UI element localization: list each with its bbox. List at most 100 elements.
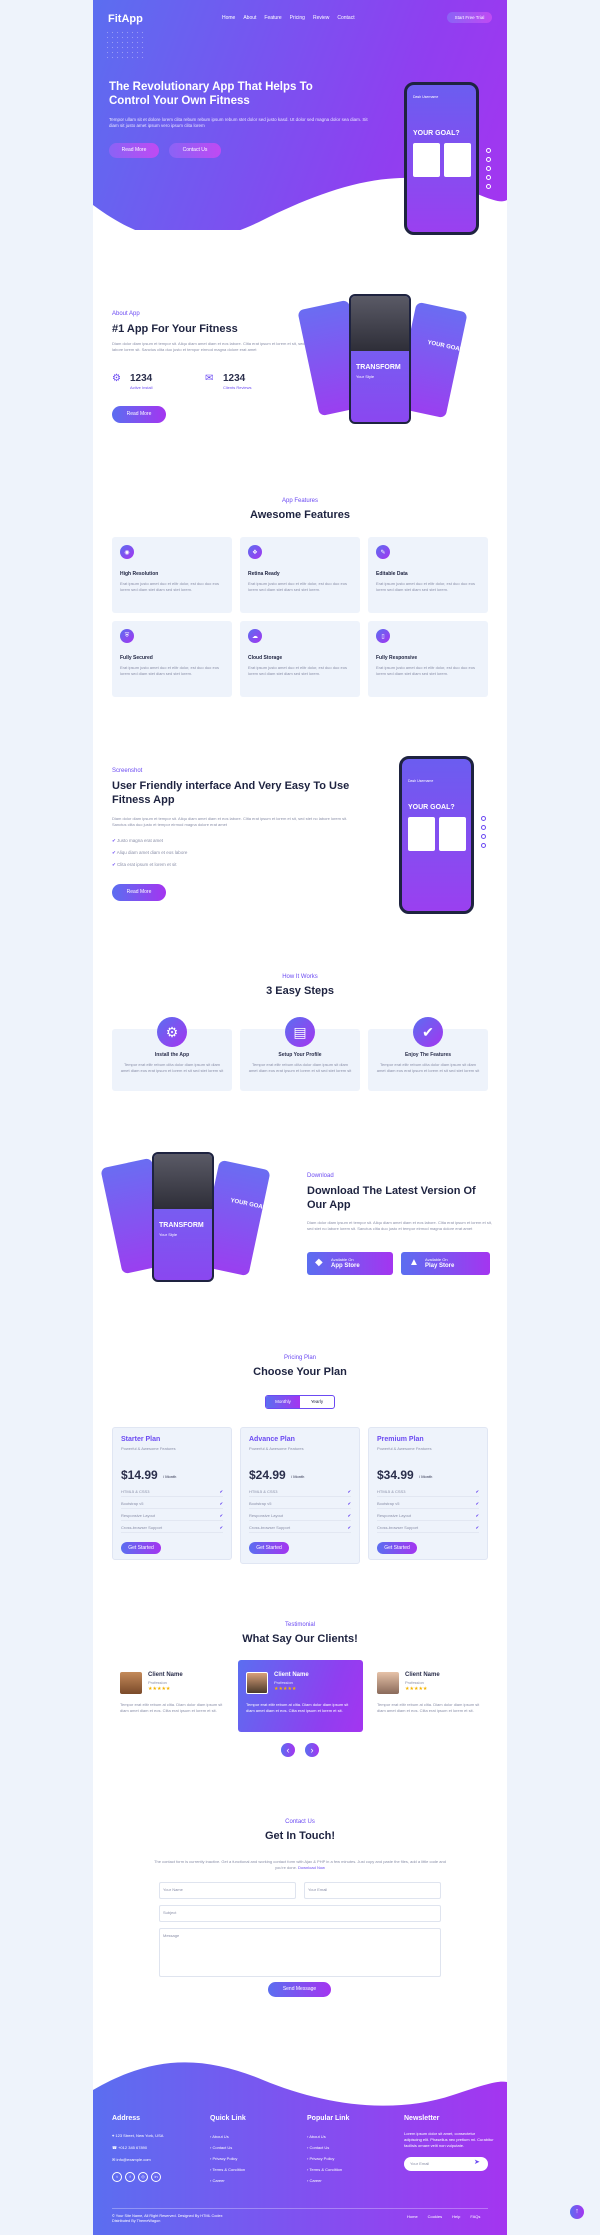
footer-link-home[interactable]: Home xyxy=(407,2214,418,2219)
right-margin xyxy=(507,0,600,2235)
stat-install-label: Active Install xyxy=(130,385,153,390)
apple-icon: ◆ xyxy=(315,1257,323,1268)
footer-link-faqs[interactable]: FAQs xyxy=(470,2214,480,2219)
steps-sub: How It Works xyxy=(282,974,318,980)
testimonial-text: Tempor erat elitr rebum at clita. Diam d… xyxy=(120,1702,223,1713)
features-sub: App Features xyxy=(281,498,319,504)
card-big-text: TRANSFORM xyxy=(159,1222,204,1229)
avatar xyxy=(120,1672,142,1694)
subject-field[interactable]: Subject xyxy=(159,1905,441,1922)
phone-tile xyxy=(439,817,466,851)
get-started-button[interactable]: Get Started xyxy=(377,1542,417,1554)
check-icon: ✔ xyxy=(475,1489,479,1494)
feature-card: ❖ Retina Ready Erat ipsum justo amet duo… xyxy=(240,537,360,613)
step-desc: Tempor erat elitr rebum clita dolor diam… xyxy=(120,1062,224,1073)
download-link[interactable]: Download Now xyxy=(298,1865,325,1870)
star-rating: ★★★★★ xyxy=(405,1686,428,1692)
hero-contact-button[interactable]: Contact Us xyxy=(169,143,221,158)
feature-card: ▯ Fully Responsive Erat ipsum justo amet… xyxy=(368,621,488,697)
send-icon[interactable]: ➤ xyxy=(474,2158,480,2166)
footer-quick-link[interactable]: › Career xyxy=(210,2178,225,2183)
plan-feature-row: Cross-browser Support ✔ xyxy=(249,1522,351,1533)
footer-quick-link[interactable]: › Contact Us xyxy=(210,2145,232,2150)
nav-link-review[interactable]: Review xyxy=(313,15,329,21)
testimonial-title: What Say Our Clients! xyxy=(242,1633,358,1645)
main-content: FitApp Home About Feature Pricing Review… xyxy=(93,0,507,2235)
message-field[interactable]: Message xyxy=(159,1928,441,1977)
prev-button[interactable]: ‹ xyxy=(281,1743,295,1757)
arrow-up-icon: ↑ xyxy=(575,2208,579,2215)
tab-monthly[interactable]: Monthly xyxy=(266,1396,300,1408)
star-rating: ★★★★★ xyxy=(148,1686,171,1692)
instagram-icon[interactable]: ◎ xyxy=(138,2172,148,2182)
facebook-icon[interactable]: f xyxy=(125,2172,135,2182)
footer-popular-link[interactable]: › Terms & Condition xyxy=(307,2167,342,2172)
app-store-button[interactable]: ◆ Available On App Store xyxy=(307,1252,393,1275)
play-store-button[interactable]: ▲ Available On Play Store xyxy=(401,1252,490,1275)
footer-link-help[interactable]: Help xyxy=(452,2214,460,2219)
plan-price: $34.99 xyxy=(377,1468,414,1482)
nav-link-feature[interactable]: Feature xyxy=(264,15,281,21)
feature-title: High Resolution xyxy=(120,571,159,577)
avatar xyxy=(246,1672,268,1694)
about-read-more-button[interactable]: Read More xyxy=(112,406,166,423)
play-store-label: Play Store xyxy=(425,1263,455,1269)
nav-link-home[interactable]: Home xyxy=(222,15,235,21)
billing-toggle: Monthly Yearly xyxy=(265,1395,335,1409)
nav-link-pricing[interactable]: Pricing xyxy=(290,15,305,21)
nav-link-about[interactable]: About xyxy=(243,15,256,21)
feature-title: Fully Secured xyxy=(120,655,153,661)
hero-read-more-button[interactable]: Read More xyxy=(109,143,159,158)
nav-link-contact[interactable]: Contact xyxy=(337,15,354,21)
app-card-center: TRANSFORM Your Style xyxy=(152,1152,214,1282)
check-icon: ✔ xyxy=(219,1513,223,1518)
footer-popular-link[interactable]: › Contact Us xyxy=(307,2145,329,2150)
android-icon: ▲ xyxy=(409,1257,419,1268)
plan-feature: Responsive Layout xyxy=(377,1513,412,1518)
feature-desc: Erat ipsum justo amet duo et elitr dolor… xyxy=(248,665,347,676)
next-button[interactable]: › xyxy=(305,1743,319,1757)
footer-quick-link[interactable]: › About Us xyxy=(210,2134,229,2139)
name-field[interactable]: Your Name xyxy=(159,1882,296,1899)
twitter-icon[interactable]: t xyxy=(112,2172,122,2182)
send-message-button[interactable]: Send Message xyxy=(268,1982,331,1997)
avatar xyxy=(377,1672,399,1694)
plan-feature: Cross-browser Support xyxy=(249,1525,291,1530)
about-app-cards: TRANSFORM Your Style YOUR GOAL? xyxy=(297,294,505,434)
get-started-button[interactable]: Get Started xyxy=(121,1542,161,1554)
plan-feature-row: Cross-browser Support ✔ xyxy=(377,1522,479,1533)
check-icon: ✔ xyxy=(219,1501,223,1506)
footer-phone-line: ☎ +012 345 67890 xyxy=(112,2145,147,2150)
plan-feature: Responsive Layout xyxy=(121,1513,156,1518)
plan-feature: HTML5 & CSS3 xyxy=(249,1489,278,1494)
plan-feature-row: HTML5 & CSS3 ✔ xyxy=(377,1486,479,1497)
carousel-dots xyxy=(481,816,487,848)
check-item: Aliqu diam amet diam et eos labore xyxy=(116,850,188,855)
footer-quick-link[interactable]: › Terms & Condition xyxy=(210,2167,245,2172)
tab-yearly[interactable]: Yearly xyxy=(300,1396,334,1408)
plan-per: / Month xyxy=(163,1474,177,1479)
screenshot-read-more-button[interactable]: Read More xyxy=(112,884,166,901)
linkedin-icon[interactable]: in xyxy=(151,2172,161,2182)
social-icons: t f ◎ in xyxy=(112,2172,161,2182)
back-to-top-button[interactable]: ↑ xyxy=(570,2205,584,2219)
footer-popular-link[interactable]: › Career xyxy=(307,2178,322,2183)
footer-popular-link[interactable]: › Privacy Policy xyxy=(307,2156,334,2161)
plan-feature-row: Responsive Layout ✔ xyxy=(249,1510,351,1521)
phone-tile xyxy=(444,143,471,177)
step-desc: Tempor erat elitr rebum clita dolor diam… xyxy=(248,1062,352,1073)
logo[interactable]: FitApp xyxy=(108,13,143,25)
footer-quick-link[interactable]: › Privacy Policy xyxy=(210,2156,237,2161)
email-field[interactable]: Your Email xyxy=(304,1882,441,1899)
app-card-center: TRANSFORM Your Style xyxy=(349,294,411,424)
plan-price: $24.99 xyxy=(249,1468,286,1482)
plan-feature-row: Responsive Layout ✔ xyxy=(121,1510,223,1521)
get-started-button[interactable]: Get Started xyxy=(249,1542,289,1554)
start-trial-button[interactable]: Start Free Trial xyxy=(447,12,492,23)
footer-popular-link[interactable]: › About Us xyxy=(307,2134,326,2139)
footer-links: Home Cookies Help FAQs xyxy=(407,2214,480,2219)
footer-link-cookies[interactable]: Cookies xyxy=(428,2214,442,2219)
plan-feature: Responsive Layout xyxy=(249,1513,284,1518)
screenshot-sub: Screenshot xyxy=(112,768,143,774)
download-app-cards: TRANSFORM Your Style YOUR GOAL? xyxy=(100,1152,308,1292)
